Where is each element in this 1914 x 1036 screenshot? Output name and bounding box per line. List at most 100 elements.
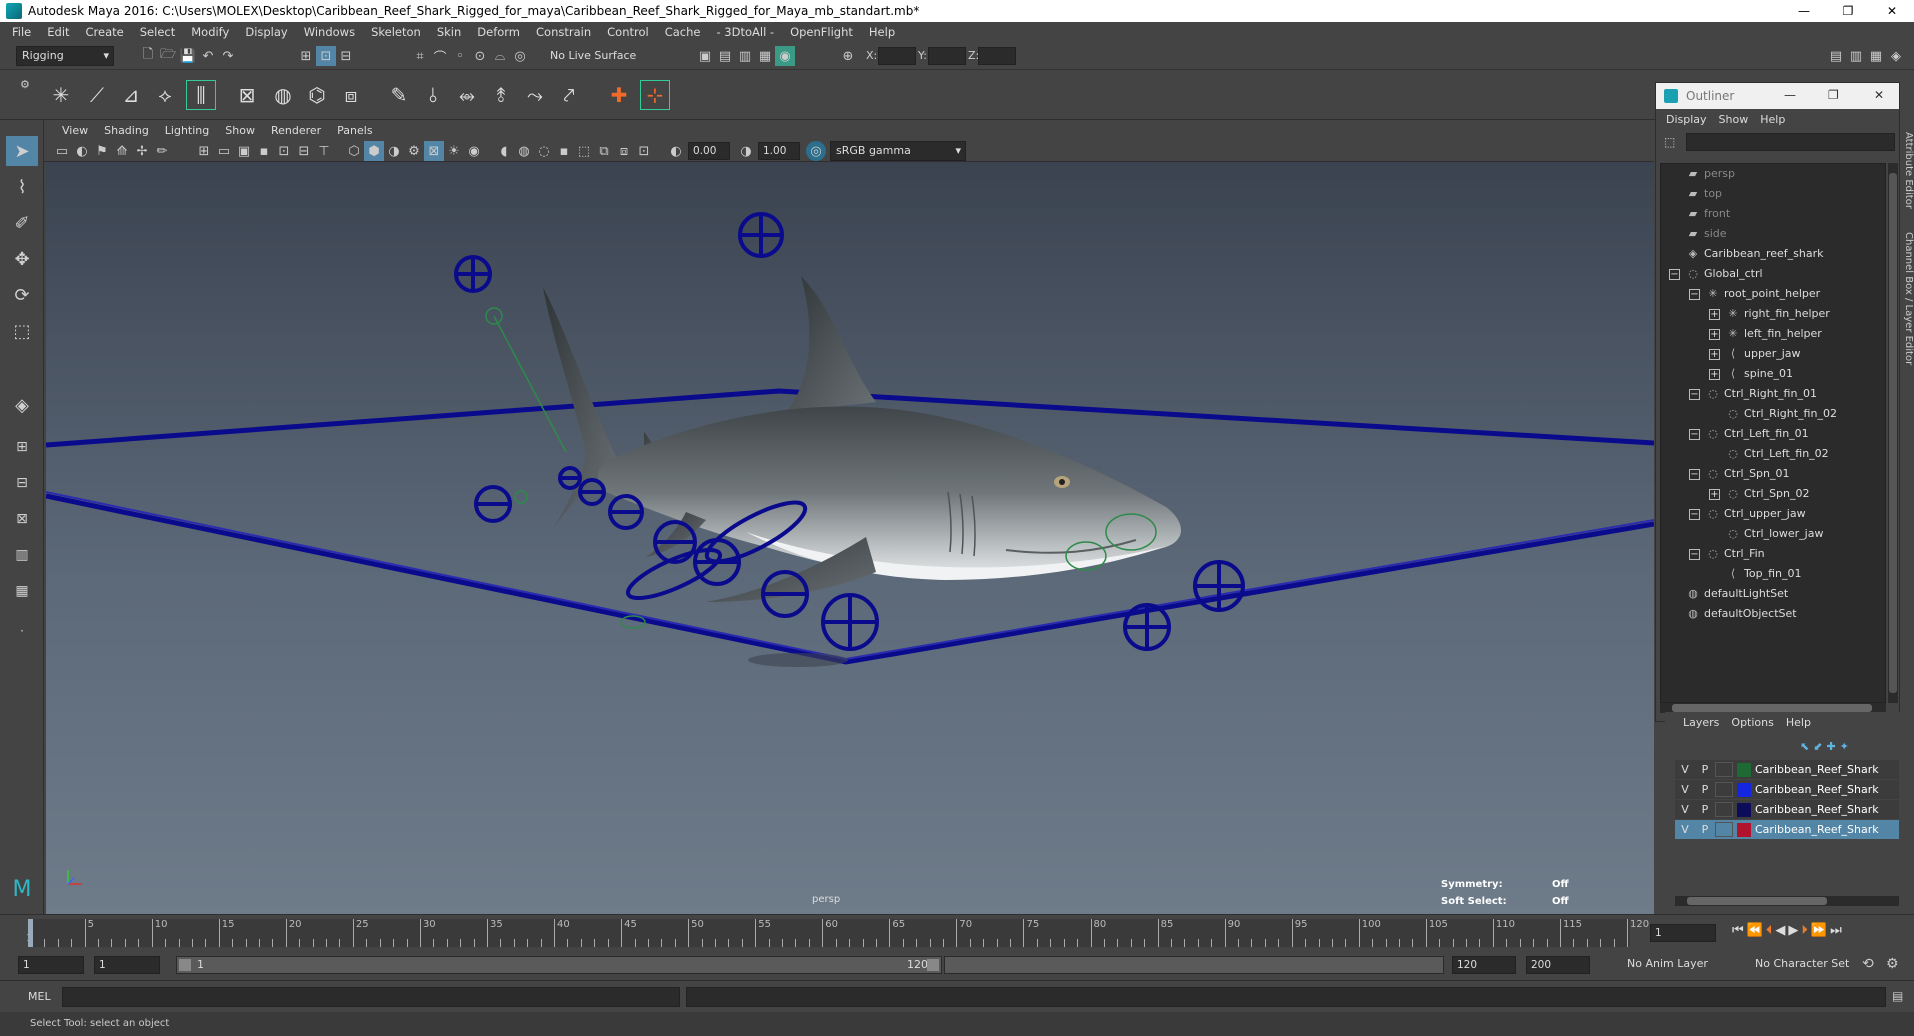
outliner-item[interactable]: ◌ Ctrl_Left_fin_02 bbox=[1726, 444, 1828, 464]
attribute-editor-toggle-icon[interactable]: ▥ bbox=[1846, 46, 1866, 66]
command-input[interactable] bbox=[62, 987, 680, 1007]
step-forward-key-icon[interactable]: ⏩ bbox=[1811, 923, 1827, 938]
panel-menu-shading[interactable]: Shading bbox=[96, 124, 157, 137]
current-time-indicator[interactable] bbox=[28, 919, 33, 947]
menu-help[interactable]: Help bbox=[861, 25, 903, 39]
expand-icon[interactable]: + bbox=[1709, 369, 1720, 380]
outliner-menu-display[interactable]: Display bbox=[1660, 113, 1713, 126]
close-button[interactable]: ✕ bbox=[1874, 88, 1884, 102]
menu-create[interactable]: Create bbox=[78, 25, 132, 39]
open-scene-icon[interactable]: 🗁 bbox=[158, 46, 178, 66]
y-field[interactable] bbox=[928, 47, 966, 65]
layout-two-icon[interactable]: ⊟ bbox=[6, 468, 38, 498]
camera-select-icon[interactable]: ▭ bbox=[52, 141, 72, 161]
render-settings-icon[interactable]: ▣ bbox=[695, 46, 715, 66]
expand-icon[interactable]: + bbox=[1709, 309, 1720, 320]
menu-windows[interactable]: Windows bbox=[296, 25, 363, 39]
collapse-icon[interactable]: − bbox=[1689, 389, 1700, 400]
ambient-occlusion-icon[interactable]: ◉ bbox=[464, 141, 484, 161]
wire-deformer-icon[interactable]: ⌬ bbox=[302, 80, 332, 110]
minimize-button[interactable]: — bbox=[1784, 88, 1796, 102]
resolution-gate-icon[interactable]: ▣ bbox=[234, 141, 254, 161]
panel-menu-renderer[interactable]: Renderer bbox=[263, 124, 329, 137]
menu-cache[interactable]: Cache bbox=[657, 25, 709, 39]
color-management-icon[interactable]: ◎ bbox=[806, 141, 826, 161]
layer-color-swatch[interactable] bbox=[1737, 822, 1751, 837]
restore-button[interactable]: ❐ bbox=[1826, 0, 1870, 22]
menu-modify[interactable]: Modify bbox=[183, 25, 237, 39]
anti-alias-icon[interactable]: ◍ bbox=[514, 141, 534, 161]
aim-constraint-icon[interactable]: ⤳ bbox=[520, 80, 550, 110]
select-tool-icon[interactable]: ➤ bbox=[6, 136, 38, 166]
snap-grid-icon[interactable]: ⌗ bbox=[410, 46, 430, 66]
outliner-item[interactable]: ▰ side bbox=[1686, 224, 1727, 244]
menu-file[interactable]: File bbox=[4, 25, 39, 39]
use-all-lights-icon[interactable]: ⊠ bbox=[424, 141, 444, 161]
outliner-vscrollbar[interactable] bbox=[1888, 163, 1898, 703]
layer-visibility-toggle[interactable]: V bbox=[1675, 763, 1695, 776]
layout-custom-icon[interactable]: · bbox=[6, 616, 38, 646]
outliner-item[interactable]: − ◌ Ctrl_Fin bbox=[1689, 544, 1765, 564]
outliner-item[interactable]: − ◌ Ctrl_Right_fin_01 bbox=[1689, 384, 1817, 404]
layer-color-swatch[interactable] bbox=[1737, 762, 1751, 777]
view-transform-dropdown[interactable]: sRGB gamma ▾ bbox=[830, 141, 966, 161]
move-tool-icon[interactable]: ✥ bbox=[6, 244, 38, 274]
outliner-item[interactable]: ◍ defaultLightSet bbox=[1686, 584, 1788, 604]
locator-tool-icon[interactable]: ✚ bbox=[604, 80, 634, 110]
layer-menu-layers[interactable]: Layers bbox=[1677, 716, 1725, 729]
outliner-item[interactable]: − ◌ Ctrl_upper_jaw bbox=[1689, 504, 1806, 524]
script-editor-icon[interactable]: ▤ bbox=[1892, 989, 1903, 1003]
outliner-item[interactable]: ▰ front bbox=[1686, 204, 1730, 224]
expand-icon[interactable]: + bbox=[1709, 349, 1720, 360]
joint-tool-icon[interactable]: ✳ bbox=[46, 80, 76, 110]
lasso-tool-icon[interactable]: ⌇ bbox=[6, 172, 38, 202]
select-hierarchy-icon[interactable]: ⊞ bbox=[296, 46, 316, 66]
render-frame-icon[interactable]: ▤ bbox=[715, 46, 735, 66]
snap-curve-icon[interactable]: ⌒ bbox=[430, 46, 450, 66]
textured-icon[interactable]: ⚙ bbox=[404, 141, 424, 161]
layout-hypershade-icon[interactable]: ▦ bbox=[6, 576, 38, 606]
hypershade-icon[interactable]: ◉ bbox=[775, 46, 795, 66]
close-button[interactable]: ✕ bbox=[1870, 0, 1914, 22]
layer-playback-toggle[interactable]: P bbox=[1695, 803, 1715, 816]
smooth-shade-icon[interactable]: ⬢ bbox=[364, 141, 384, 161]
rotate-tool-icon[interactable]: ⟳ bbox=[6, 280, 38, 310]
ipr-render-icon[interactable]: ▥ bbox=[735, 46, 755, 66]
transform-input-icon[interactable]: ⊕ bbox=[838, 46, 858, 66]
play-backward-icon[interactable]: ◀ bbox=[1775, 923, 1785, 938]
backface-icon[interactable]: ⧈ bbox=[614, 141, 634, 161]
step-forward-frame-icon[interactable]: ⏵ bbox=[1801, 923, 1808, 938]
menu-deform[interactable]: Deform bbox=[469, 25, 528, 39]
outliner-item[interactable]: ⟨ Top_fin_01 bbox=[1726, 564, 1802, 584]
image-plane-icon[interactable]: ⟰ bbox=[112, 141, 132, 161]
layout-graph-icon[interactable]: ▥ bbox=[6, 540, 38, 570]
film-gate-icon[interactable]: ▭ bbox=[214, 141, 234, 161]
snap-surface-icon[interactable]: ⌓ bbox=[490, 46, 510, 66]
range-end-handle[interactable] bbox=[927, 959, 939, 971]
move-layer-up-icon[interactable]: ⬉ bbox=[1800, 740, 1809, 753]
layer-visibility-toggle[interactable]: V bbox=[1675, 823, 1695, 836]
menu-3dtoall[interactable]: - 3DtoAll - bbox=[708, 25, 782, 39]
safe-title-icon[interactable]: ⊤ bbox=[314, 141, 334, 161]
point-constraint-icon[interactable]: ⥈ bbox=[452, 80, 482, 110]
outliner-item[interactable]: ◍ defaultObjectSet bbox=[1686, 604, 1796, 624]
layer-display-type[interactable] bbox=[1715, 762, 1733, 777]
outliner-item[interactable]: ◌ Ctrl_Right_fin_02 bbox=[1726, 404, 1837, 424]
modeling-toolkit-icon[interactable]: ▤ bbox=[1826, 46, 1846, 66]
layer-color-swatch[interactable] bbox=[1737, 782, 1751, 797]
outliner-item[interactable]: + ⟨ spine_01 bbox=[1709, 364, 1793, 384]
set-driven-key-icon[interactable]: ⊹ bbox=[640, 80, 670, 110]
time-ruler[interactable]: 5 10 15 20 25 30 35 40 45 50 55 60 65 70 75 80 85 90 95 100… bbox=[26, 919, 1649, 947]
outliner-item[interactable]: ◌ Ctrl_lower_jaw bbox=[1726, 524, 1823, 544]
panel-menu-panels[interactable]: Panels bbox=[329, 124, 380, 137]
redo-icon[interactable]: ↷ bbox=[218, 46, 238, 66]
channel-box-toggle-icon[interactable]: ▦ bbox=[1866, 46, 1886, 66]
layer-playback-toggle[interactable]: P bbox=[1695, 783, 1715, 796]
new-layer-selected-icon[interactable]: ✦ bbox=[1840, 740, 1849, 753]
animation-start-field[interactable]: 1 bbox=[18, 956, 84, 974]
outliner-item[interactable]: − ✳ root_point_helper bbox=[1689, 284, 1820, 304]
layer-row[interactable]: V P Caribbean_Reef_Shark bbox=[1675, 780, 1899, 799]
outliner-item[interactable]: + ⟨ upper_jaw bbox=[1709, 344, 1801, 364]
layer-row[interactable]: V P Caribbean_Reef_Shark bbox=[1675, 820, 1899, 839]
make-live-icon[interactable]: ◎ bbox=[510, 46, 530, 66]
